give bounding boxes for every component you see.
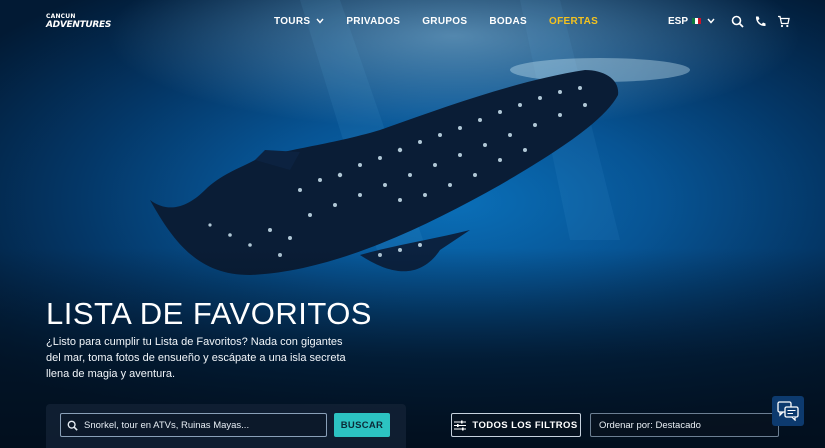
search-placeholder: Snorkel, tour en ATVs, Ruinas Mayas...: [84, 419, 250, 431]
site-header: CANCUN ADVENTURES TOURS PRIVADOS GRUPOS …: [0, 0, 825, 42]
nav-item-ofertas[interactable]: OFERTAS: [549, 16, 598, 27]
all-filters-label: TODOS LOS FILTROS: [472, 419, 578, 431]
nav-item-tours[interactable]: TOURS: [274, 16, 324, 27]
nav-item-label: BODAS: [489, 15, 527, 27]
page-title: LISTA DE FAVORITOS: [46, 296, 372, 331]
search-button[interactable]: BUSCAR: [334, 413, 390, 437]
sliders-icon: [454, 420, 467, 430]
nav-item-privados[interactable]: PRIVADOS: [346, 16, 400, 27]
sort-select[interactable]: Ordenar por: Destacado: [590, 413, 779, 437]
nav-item-label: OFERTAS: [548, 15, 599, 27]
all-filters-button[interactable]: TODOS LOS FILTROS: [451, 413, 581, 437]
phone-icon[interactable]: [754, 15, 767, 28]
nav-item-bodas[interactable]: BODAS: [489, 16, 527, 27]
language-selector[interactable]: ESP: [668, 16, 715, 27]
main-nav: TOURS PRIVADOS GRUPOS BODAS OFERTAS: [274, 0, 620, 42]
page-description: ¿Listo para cumplir tu Lista de Favorito…: [46, 336, 346, 380]
search-icon: [67, 420, 78, 431]
search-panel: Snorkel, tour en ATVs, Ruinas Mayas... B…: [46, 404, 406, 448]
chevron-down-icon: [707, 18, 715, 24]
chevron-down-icon: [316, 18, 324, 24]
chat-icon: [777, 401, 799, 421]
search-icon[interactable]: [731, 15, 744, 28]
header-tools: ESP: [668, 0, 800, 42]
language-label: ESP: [668, 15, 689, 27]
nav-item-label: TOURS: [274, 15, 311, 27]
nav-item-label: PRIVADOS: [346, 15, 401, 27]
search-input[interactable]: Snorkel, tour en ATVs, Ruinas Mayas...: [60, 413, 327, 437]
mexico-flag-icon: [692, 18, 702, 24]
nav-item-label: GRUPOS: [422, 15, 468, 27]
nav-item-grupos[interactable]: GRUPOS: [422, 16, 467, 27]
cancun-adventures-logo[interactable]: CANCUN ADVENTURES: [44, 6, 111, 36]
chat-button[interactable]: [772, 396, 804, 426]
cart-icon[interactable]: [777, 15, 790, 28]
logo-line-2: ADVENTURES: [46, 20, 112, 30]
